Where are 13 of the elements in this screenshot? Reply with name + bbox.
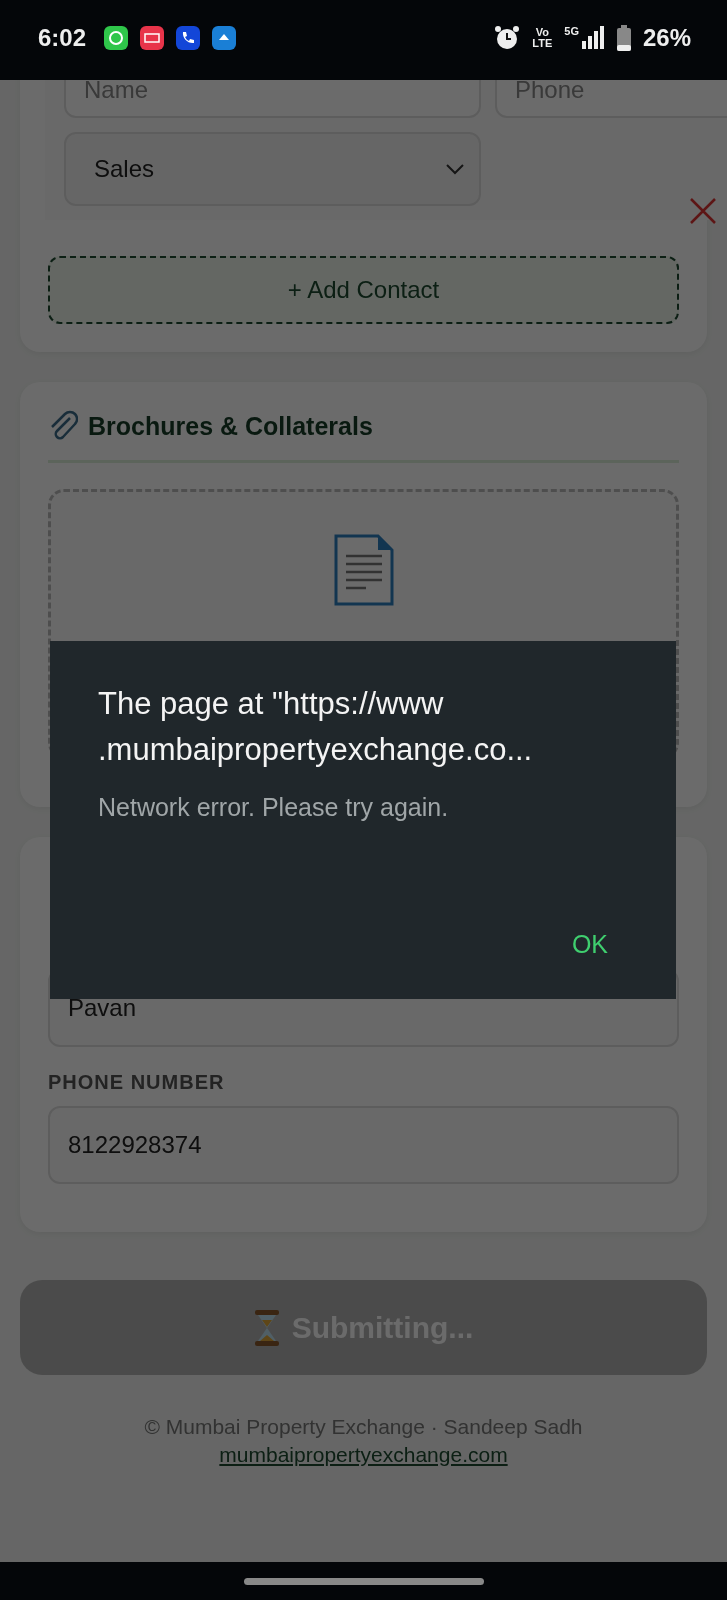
clock-time: 6:02: [38, 24, 87, 52]
add-contact-button[interactable]: + Add Contact: [48, 256, 679, 324]
dialog-message: Network error. Please try again.: [98, 793, 450, 822]
department-select[interactable]: Sales: [64, 132, 481, 206]
ok-button[interactable]: OK: [561, 920, 618, 969]
network-type: 5G: [564, 25, 579, 37]
section-title: Brochures & Collaterals: [88, 411, 373, 441]
battery-percent: 26%: [642, 24, 691, 52]
volte-indicator: Vo LTE: [532, 27, 553, 49]
website-link[interactable]: mumbaipropertyexchange.com: [219, 1443, 508, 1467]
phone-field[interactable]: 8122928374: [48, 1106, 679, 1184]
dialog-title: The page at "https://www .mumbaipropertyexchange.co...: [98, 685, 534, 769]
field-label: PHONE NUMBER: [48, 1071, 226, 1094]
